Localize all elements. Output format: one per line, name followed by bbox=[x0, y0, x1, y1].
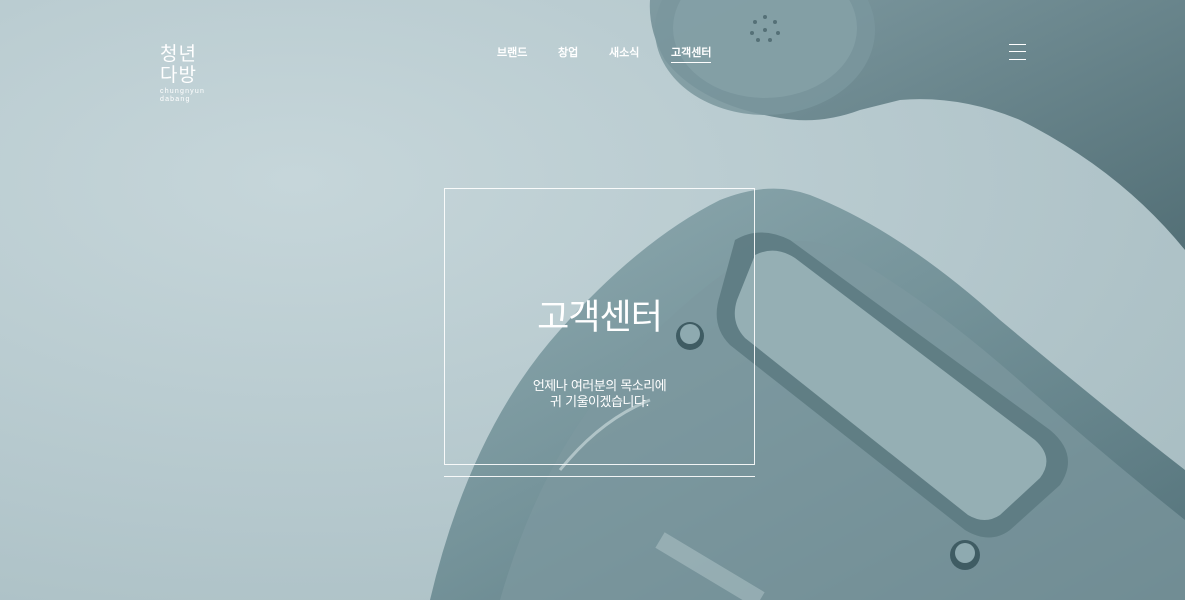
hero-description-line2: 귀 기울이겠습니다. bbox=[550, 395, 649, 410]
hero-divider-line bbox=[444, 476, 755, 477]
logo-text-line3: chungnyun bbox=[160, 88, 206, 95]
hero-title-box: 고객센터 언제나 여러분의 목소리에 귀 기울이겠습니다. bbox=[444, 188, 755, 465]
page-title: 고객센터 bbox=[537, 298, 663, 338]
logo-text-line2: 다방 bbox=[160, 64, 197, 86]
hero-description: 언제나 여러분의 목소리에 귀 기울이겠습니다. bbox=[445, 379, 754, 411]
logo-text-line1: 청년 bbox=[160, 43, 197, 65]
nav-item-brand[interactable]: 브랜드 bbox=[497, 44, 527, 62]
hamburger-menu-icon[interactable] bbox=[1009, 44, 1026, 60]
brand-logo[interactable]: 청년 다방 chungnyun dabang bbox=[160, 44, 220, 104]
nav-item-startup[interactable]: 창업 bbox=[558, 44, 578, 62]
nav-item-news[interactable]: 새소식 bbox=[609, 44, 639, 62]
nav-item-customer-center[interactable]: 고객센터 bbox=[671, 44, 712, 63]
logo-text-line4: dabang bbox=[160, 96, 191, 103]
hero-description-line1: 언제나 여러분의 목소리에 bbox=[532, 379, 667, 394]
